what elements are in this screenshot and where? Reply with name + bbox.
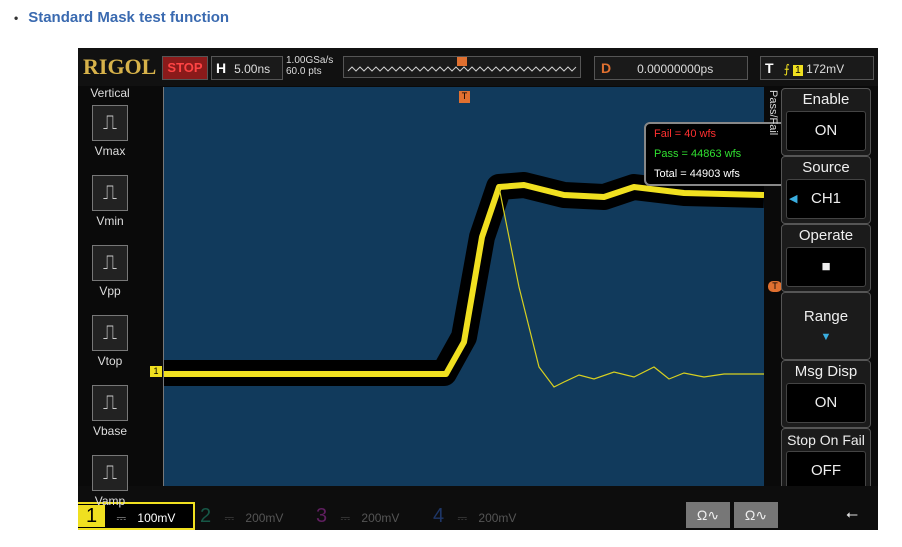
vpp-button[interactable]: ⎍ Vpp [80,245,140,309]
label: Vbase [92,424,128,438]
d-label: D [601,60,612,76]
channel-3[interactable]: 3 ⎓ 200mV [316,504,426,528]
channel-scale: 100mV [137,511,176,525]
value: CH1 [810,190,841,207]
channel-scale: 200mV [245,511,284,525]
rigol-logo: RIGOL [83,54,157,79]
operate-button[interactable]: Operate ■ [781,224,871,292]
vamp-button[interactable]: ⎍ Vamp [80,455,140,519]
ch1-offset-marker[interactable]: 1 [150,366,162,377]
value: ON [786,111,866,151]
pulse-icon: ⎍ [92,245,128,281]
oscilloscope-screen: RIGOL STOP H 5.00ns 1.00GSa/s 60.0 pts D 0.… [78,48,878,530]
title: Range [803,308,849,325]
pass-fail-tab[interactable]: Pass/Fail [765,90,779,140]
h-label: H [216,60,227,76]
pass-fail-menu: Enable ON Source ◀ CH1 Operate ■ Range ▼ Msg … [781,88,871,496]
section-heading: • Standard Mask test function [14,9,230,26]
channel-4[interactable]: 4 ⎓ 200mV [433,504,543,528]
dc-coupling-icon: ⎓ [457,511,468,525]
value: ON [786,383,866,423]
timebase-value: 5.00ns [234,62,271,76]
vertical-menu: Vertical ⎍ Vmax ⎍ Vmin ⎍ Vpp ⎍ Vtop ⎍ Vbase ⎍… [80,87,140,519]
delay-value: 0.00000000ps [637,62,714,76]
trigger-position-marker[interactable]: T [459,91,470,103]
memory-bar[interactable] [343,56,581,78]
label: Vpp [99,284,121,298]
channel-number: 2 [200,505,212,527]
dc-coupling-icon: ⎓ [340,511,351,525]
sample-info: 1.00GSa/s 60.0 pts [286,55,333,77]
source2-generator-icon[interactable]: Ω∿ [734,502,778,528]
usb-icon: ⭠ [846,506,859,523]
vbase-button[interactable]: ⎍ Vbase [80,385,140,449]
title: Msg Disp [794,363,858,380]
trigger-box[interactable]: T ⨍ 1 172mV [760,56,874,80]
channel-bar: 1 ⎓ 100mV 2 ⎓ 200mV 3 ⎓ 200mV 4 ⎓ 200mV … [78,486,878,530]
channel-number: 4 [433,505,445,527]
range-button[interactable]: Range ▼ [781,292,871,360]
label: Vmax [94,144,126,158]
pulse-icon: ⎍ [92,105,128,141]
pulse-icon: ⎍ [92,455,128,491]
left-arrow-icon: ◀ [789,193,798,205]
source1-generator-icon[interactable]: Ω∿ [686,502,730,528]
title: Enable [802,91,850,108]
channel-scale: 200mV [478,511,517,525]
dc-coupling-icon: ⎓ [224,511,235,525]
sample-rate: 1.00GSa/s [286,55,334,66]
t-label: T [765,60,774,76]
vmax-button[interactable]: ⎍ Vmax [80,105,140,169]
title: Stop On Fail [787,432,865,448]
trigger-source: 1 [793,65,803,76]
pulse-icon: ⎍ [92,315,128,351]
heading-text: Standard Mask test function [28,9,230,26]
trigger-level-marker[interactable]: T [768,281,782,292]
source-button[interactable]: Source ◀ CH1 [781,156,871,224]
menu-title: Vertical [90,86,130,100]
waveform-area[interactable]: T 1 T Fail = 40 wfs Pass = 44863 wfs Tot… [150,87,814,487]
value: OFF [786,451,866,491]
vmin-button[interactable]: ⎍ Vmin [80,175,140,239]
title: Operate [798,227,854,244]
enable-button[interactable]: Enable ON [781,88,871,156]
delay-box[interactable]: D 0.00000000ps [594,56,748,80]
top-bar: RIGOL STOP H 5.00ns 1.00GSa/s 60.0 pts D 0.… [78,48,878,86]
label: Vamp [94,494,126,508]
points: 60.0 pts [286,66,322,77]
channel-number: 3 [316,505,328,527]
run-state-badge[interactable]: STOP [162,56,208,80]
vtop-button[interactable]: ⎍ Vtop [80,315,140,379]
timebase-box[interactable]: H 5.00ns [211,56,283,80]
label: Vmin [96,214,124,228]
rising-edge-icon: ⨍ [783,62,790,76]
trigger-level: 172mV [806,62,845,76]
channel-scale: 200mV [361,511,400,525]
pulse-icon: ⎍ [92,175,128,211]
chevron-down-icon: ▼ [820,331,832,343]
label: Vtop [97,354,123,368]
pulse-icon: ⎍ [92,385,128,421]
stop-icon: ■ [786,247,866,287]
msg-disp-button[interactable]: Msg Disp ON [781,360,871,428]
channel-2[interactable]: 2 ⎓ 200mV [200,504,310,528]
title: Source [802,159,850,176]
